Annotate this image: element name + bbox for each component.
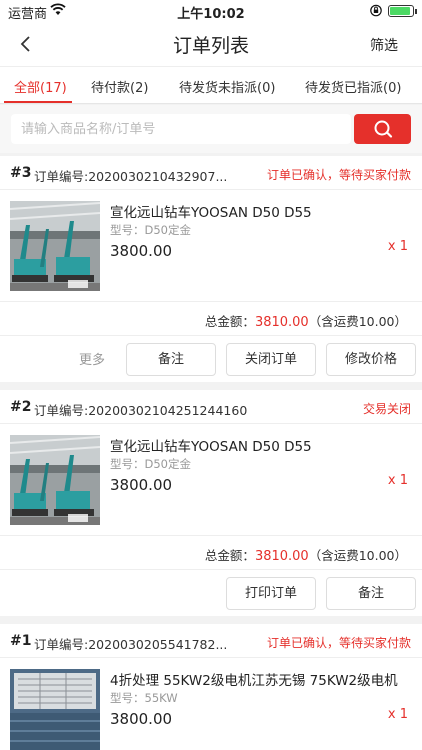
product-model: 型号：D50定金: [110, 223, 191, 237]
order-card: #3 订单编号:2020030210432907... 订单已确认，等待买家付款: [0, 156, 422, 382]
total-amount: 3810.00: [254, 315, 309, 330]
close-order-button[interactable]: 关闭订单: [226, 343, 316, 376]
active-tab-indicator: [4, 101, 72, 103]
search-bar: [0, 105, 422, 153]
tab-all[interactable]: 全部(17): [14, 77, 67, 96]
tab-pending-payment[interactable]: 待付款(2): [91, 77, 148, 96]
shipping-note: （含运费10.00）: [308, 548, 407, 563]
print-order-button[interactable]: 打印订单: [226, 577, 316, 610]
product-name: 宣化远山钻车YOOSAN D50 D55: [110, 439, 312, 455]
filter-button[interactable]: 筛选: [370, 35, 398, 55]
product-name: 4折处理 55KW2级电机江苏无锡 75KW2级电机: [110, 673, 398, 689]
order-actions: 更多 备注 关闭订单 修改价格: [0, 335, 422, 381]
tab-unassigned-shipment[interactable]: 待发货未指派(0): [179, 77, 275, 96]
order-status: 订单已确认，等待买家付款: [266, 168, 411, 182]
product-model: 型号：D50定金: [110, 457, 191, 471]
order-header: #3 订单编号:2020030210432907... 订单已确认，等待买家付款: [0, 156, 422, 190]
product-price: 3800.00: [110, 710, 173, 728]
page-title: 订单列表: [172, 35, 249, 57]
order-index: #2: [10, 399, 32, 415]
product-quantity: x 1: [387, 239, 408, 254]
rotation-lock-icon: [370, 4, 382, 17]
navigation-bar: 订单列表 筛选: [0, 22, 422, 66]
remark-button[interactable]: 备注: [326, 577, 416, 610]
total-amount: 3810.00: [254, 549, 309, 564]
tab-assigned-shipment[interactable]: 待发货已指派(0): [305, 77, 401, 96]
order-card: #1 订单编号:2020030205541782... 订单已确认，等待买家付款…: [0, 624, 422, 750]
order-index: #1: [10, 633, 32, 649]
order-total: 总金额：3810.00（含运费10.00）: [0, 535, 422, 569]
order-item[interactable]: 宣化远山钻车YOOSAN D50 D55 型号：D50定金 3800.00 x …: [0, 191, 422, 301]
product-price: 3800.00: [110, 476, 173, 494]
order-item[interactable]: 4折处理 55KW2级电机江苏无锡 75KW2级电机 型号：55KW 3800.…: [0, 659, 422, 750]
order-status: 交易关闭: [362, 402, 411, 416]
order-total: 总金额：3810.00（含运费10.00）: [0, 301, 422, 335]
remark-button[interactable]: 备注: [126, 343, 216, 376]
order-header: #1 订单编号:2020030205541782... 订单已确认，等待买家付款: [0, 624, 422, 658]
search-input[interactable]: [11, 114, 351, 144]
shipping-note: （含运费10.00）: [308, 314, 407, 329]
product-thumbnail: [10, 435, 100, 525]
order-number: 订单编号:2020030210432907...: [34, 169, 228, 184]
order-number: 订单编号:20200302104251244160: [34, 403, 248, 418]
total-label: 总金额：: [204, 314, 255, 329]
order-index: #3: [10, 165, 32, 181]
product-thumbnail: [10, 669, 100, 750]
product-name: 宣化远山钻车YOOSAN D50 D55: [110, 205, 312, 221]
modify-price-button[interactable]: 修改价格: [326, 343, 416, 376]
order-status: 订单已确认，等待买家付款: [266, 636, 411, 650]
total-label: 总金额：: [204, 548, 255, 563]
more-button[interactable]: 更多: [79, 349, 105, 368]
status-bar: 运营商 上午10:02: [0, 0, 422, 22]
product-thumbnail: [10, 201, 100, 291]
product-price: 3800.00: [110, 242, 173, 260]
order-tabs: 全部(17) 待付款(2) 待发货未指派(0) 待发货已指派(0): [0, 66, 422, 104]
product-model: 型号：55KW: [110, 691, 178, 705]
search-icon: [374, 120, 393, 138]
product-quantity: x 1: [387, 473, 408, 488]
order-item[interactable]: 宣化远山钻车YOOSAN D50 D55 型号：D50定金 3800.00 x …: [0, 425, 422, 535]
battery-icon: [388, 5, 417, 17]
order-number: 订单编号:2020030205541782...: [34, 637, 228, 652]
order-card: #2 订单编号:20200302104251244160 交易关闭 宣化远山钻车…: [0, 390, 422, 616]
product-quantity: x 1: [387, 707, 408, 722]
order-actions: 打印订单 备注: [0, 569, 422, 615]
search-button[interactable]: [354, 114, 411, 144]
clock: 上午10:02: [177, 7, 245, 22]
order-header: #2 订单编号:20200302104251244160 交易关闭: [0, 390, 422, 424]
